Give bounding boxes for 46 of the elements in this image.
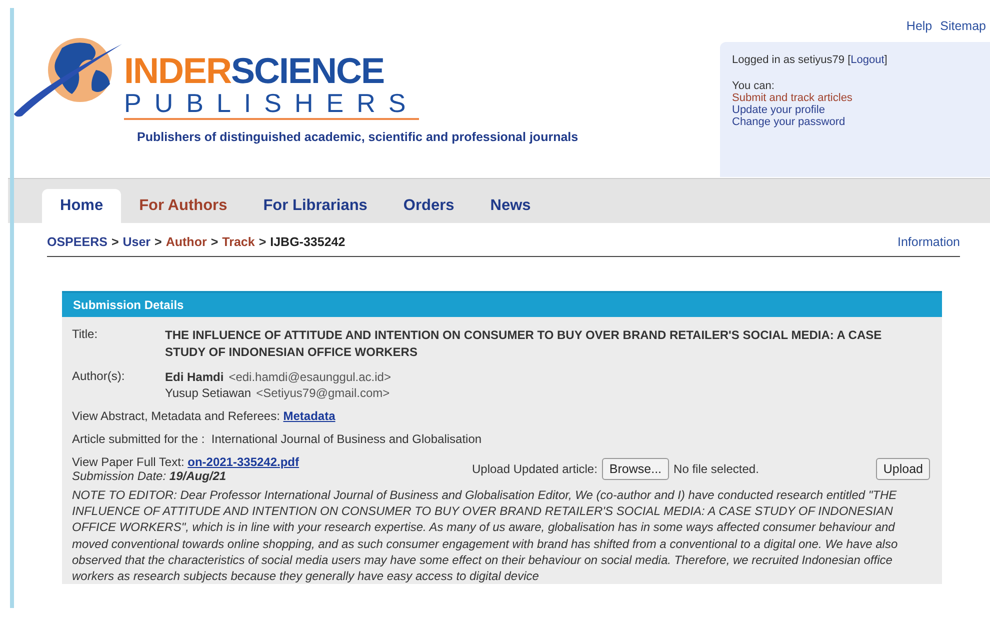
author-email: <edi.hamdi@esaunggul.ac.id> bbox=[228, 370, 391, 384]
top-link[interactable]: Help bbox=[906, 19, 932, 33]
submitted-for-text: Article submitted for the : International Journal of Business and Globalisation bbox=[72, 432, 483, 446]
field-label: Submission Date: bbox=[72, 469, 166, 483]
note-text: NOTE TO EDITOR: Dear Professor International Journal of Business and Globalisation Editor, We (co-author and I) have conducted research entitled "THE INFLUENCE OF ATTITUDE AND INTENTION ON CONSUMER TO BUY OVER BRAND RETAILER'S SOCIAL MEDIA: A CASE STUDY OF INDONESIAN OFFICE WORKERS", which is in line with your research expertise. As many of us aware, globalisation has in some ways affected consumer behaviour and moved conventional towards online shopping, and as such consumer engagement with brand has shifted from a conventional to a digital one. We have also observed that the characteristics of social media users may have some effect on their behaviour on social media. Therefore, we recruited Indonesian office workers as research subjects because they generally have easy access to digital device bbox=[72, 487, 899, 584]
author-name: Edi Hamdi bbox=[165, 370, 224, 384]
upload-button[interactable]: Upload bbox=[876, 458, 930, 480]
tagline: Publishers of distinguished academic, scientific and professional journals bbox=[137, 130, 580, 144]
file-status: No file selected. bbox=[674, 462, 759, 476]
nav-tab[interactable]: Home bbox=[42, 189, 122, 223]
author-name: Yusup Setiawan bbox=[165, 386, 252, 400]
pdf-link[interactable]: on-2021-335242.pdf bbox=[188, 455, 300, 469]
article-title: THE INFLUENCE OF ATTITUDE AND INTENTION ON CONSUMER TO BUY OVER BRAND RETAILER'S SOCIAL MEDIA: A CASE STUDY OF INDONESIAN OFFICE WORKERS bbox=[165, 327, 883, 361]
breadcrumb-separator: > bbox=[258, 235, 266, 249]
breadcrumb-separator: > bbox=[111, 235, 119, 249]
user-menu-link[interactable]: Change your password bbox=[732, 116, 846, 128]
submission-date: 19/Aug/21 bbox=[169, 469, 226, 483]
breadcrumb-item[interactable]: User bbox=[122, 235, 151, 249]
field-label: Title: bbox=[72, 327, 99, 343]
nav-tab[interactable]: News bbox=[472, 189, 549, 223]
field-label: Upload Updated article: bbox=[472, 462, 598, 476]
user-menu-link[interactable]: Update your profile bbox=[732, 104, 825, 116]
user-menu-link[interactable]: Submit and track articles bbox=[732, 92, 852, 104]
field-label: View Abstract, Metadata and Referees: bbox=[72, 409, 280, 423]
breadcrumb-item[interactable]: Author bbox=[166, 235, 207, 249]
panel-header: Submission Details bbox=[62, 291, 942, 317]
information-link[interactable]: Information bbox=[897, 235, 960, 249]
breadcrumb-separator: > bbox=[154, 235, 162, 249]
login-status: Logged in as setiyus79 [Logout] bbox=[732, 54, 888, 66]
breadcrumb-item[interactable]: OSPEERS bbox=[47, 235, 108, 249]
top-link[interactable]: Sitemap bbox=[940, 19, 986, 33]
nav-tab[interactable]: For Librarians bbox=[245, 189, 386, 223]
field-label: View Paper Full Text: bbox=[72, 455, 184, 469]
nav-tab[interactable]: Orders bbox=[385, 189, 472, 223]
field-label: Author(s): bbox=[72, 369, 126, 385]
breadcrumb-item[interactable]: Track bbox=[222, 235, 255, 249]
breadcrumb-separator: > bbox=[210, 235, 218, 249]
logout-link[interactable]: Logout bbox=[850, 54, 884, 66]
author-email: <Setiyus79@gmail.com> bbox=[256, 386, 390, 400]
you-can-label: You can: bbox=[732, 80, 776, 92]
logo-wordmark: INDERSCIENCE bbox=[124, 53, 386, 89]
breadcrumb-item[interactable]: IJBG-335242 bbox=[270, 235, 346, 249]
logo-subtitle: PUBLISHERS bbox=[124, 89, 419, 120]
browse-button[interactable]: Browse... bbox=[602, 458, 669, 480]
nav-tab[interactable]: For Authors bbox=[121, 189, 246, 223]
metadata-link[interactable]: Metadata bbox=[283, 409, 336, 423]
